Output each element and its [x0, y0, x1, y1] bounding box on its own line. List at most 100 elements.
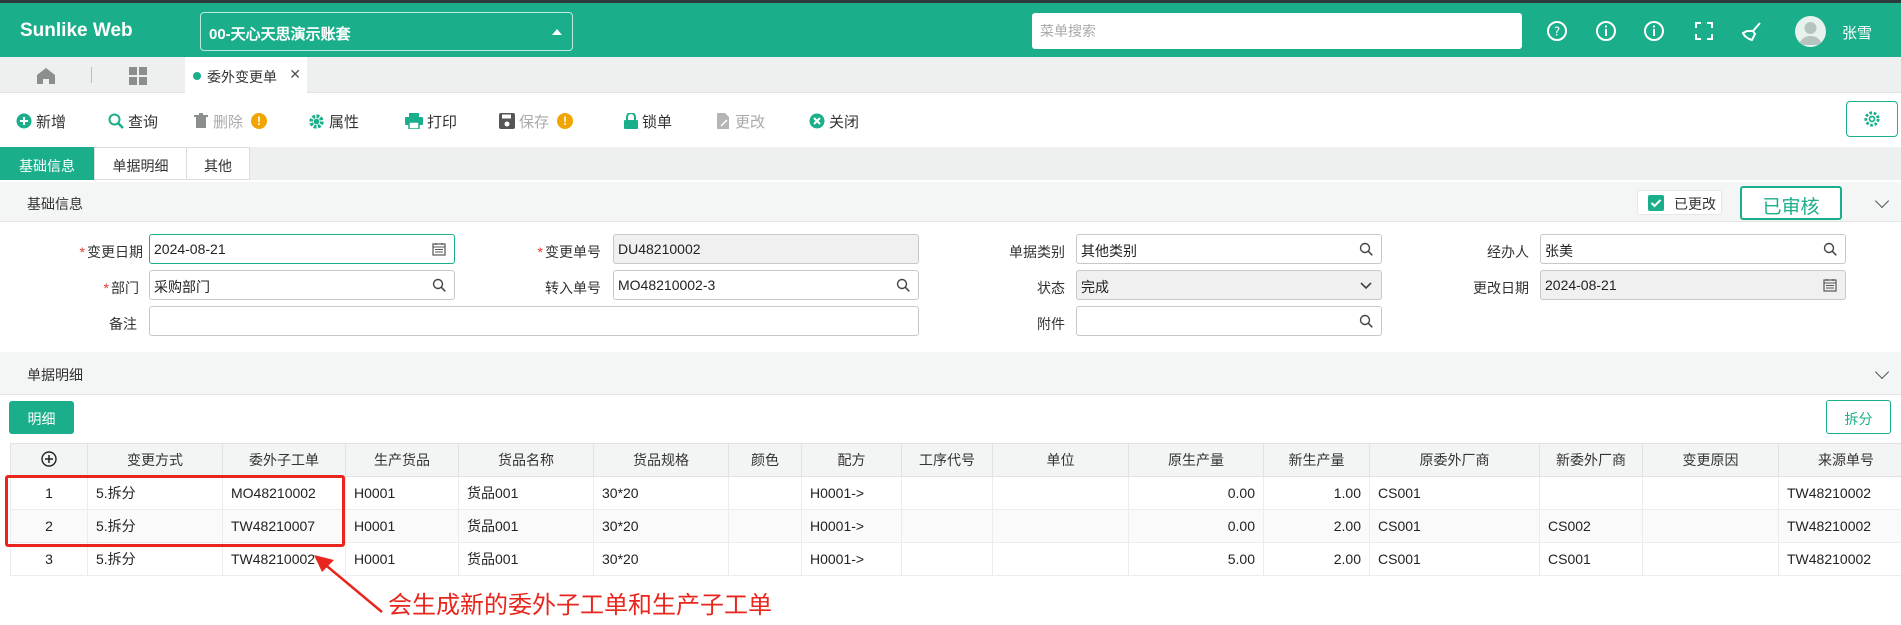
cell-spec[interactable]: 30*20: [593, 476, 729, 510]
column-header[interactable]: 工序代号: [901, 443, 993, 477]
status-select[interactable]: 完成: [1076, 270, 1382, 300]
save-button[interactable]: 保存 !: [499, 110, 574, 132]
lock-button[interactable]: 锁单: [624, 110, 672, 132]
cell-reason[interactable]: [1642, 542, 1779, 576]
cell-new-qty[interactable]: 1.00: [1263, 476, 1370, 510]
cell-source-no[interactable]: TW48210002: [1778, 509, 1901, 543]
cell-source-no[interactable]: TW48210002: [1778, 542, 1901, 576]
avatar[interactable]: [1795, 16, 1826, 47]
cell-product-name[interactable]: 货品001: [458, 542, 594, 576]
cell-old-vendor[interactable]: CS001: [1369, 509, 1540, 543]
cell-product[interactable]: H0001: [345, 509, 459, 543]
close-tab-icon[interactable]: ✕: [289, 66, 301, 83]
cell-reason[interactable]: [1642, 509, 1779, 543]
column-header[interactable]: 货品规格: [593, 443, 729, 477]
cell-color[interactable]: [728, 509, 802, 543]
basic-info-section-header[interactable]: 基础信息 已更改 已审核: [0, 182, 1901, 222]
grid-icon[interactable]: [128, 66, 148, 86]
menu-search-input[interactable]: [1032, 13, 1522, 49]
search-icon[interactable]: [432, 278, 446, 292]
change-date-field[interactable]: 2024-08-21: [149, 234, 455, 264]
cell-color[interactable]: [728, 542, 802, 576]
column-header[interactable]: 来源单号: [1778, 443, 1901, 477]
change-no-field[interactable]: DU48210002: [613, 234, 919, 264]
modify-button[interactable]: 更改: [716, 110, 765, 132]
home-icon[interactable]: [35, 66, 57, 86]
cell-product-name[interactable]: 货品001: [458, 476, 594, 510]
search-icon[interactable]: [896, 278, 910, 292]
calendar-icon[interactable]: [1823, 278, 1837, 292]
split-button[interactable]: 拆分: [1826, 400, 1891, 434]
import-no-field[interactable]: MO48210002-3: [613, 270, 919, 300]
column-header[interactable]: 新委外厂商: [1539, 443, 1643, 477]
cell-change-mode[interactable]: 5.拆分: [87, 542, 223, 576]
handler-field[interactable]: 张美: [1540, 234, 1846, 264]
close-button[interactable]: 关闭: [809, 110, 859, 132]
cell-spec[interactable]: 30*20: [593, 542, 729, 576]
table-row[interactable]: 3 5.拆分 TW48210002 H0001 货品001 30*20 H000…: [10, 542, 1901, 576]
tab-outsource-change[interactable]: 委外变更单 ✕: [185, 57, 307, 93]
about-icon[interactable]: [1643, 20, 1665, 42]
cell-source-no[interactable]: TW48210002: [1778, 476, 1901, 510]
settings-button[interactable]: [1846, 101, 1898, 137]
cell-old-qty[interactable]: 0.00: [1128, 476, 1264, 510]
plus-circle-icon[interactable]: [41, 450, 57, 467]
cell-reason[interactable]: [1642, 476, 1779, 510]
calendar-icon[interactable]: [432, 242, 446, 256]
dept-field[interactable]: 采购部门: [149, 270, 455, 300]
cell-unit[interactable]: [992, 542, 1129, 576]
detail-button[interactable]: 明细: [9, 401, 74, 434]
column-header[interactable]: 变更原因: [1642, 443, 1779, 477]
cell-formula[interactable]: H0001->: [801, 476, 902, 510]
cell-old-vendor[interactable]: CS001: [1369, 542, 1540, 576]
cell-product[interactable]: H0001: [345, 476, 459, 510]
column-header[interactable]: 单位: [992, 443, 1129, 477]
fullscreen-icon[interactable]: [1693, 20, 1715, 42]
chevron-down-icon[interactable]: [1359, 278, 1373, 292]
username[interactable]: 张雪: [1842, 22, 1872, 43]
column-header[interactable]: 配方: [801, 443, 902, 477]
cell-process[interactable]: [901, 542, 993, 576]
cell-formula[interactable]: H0001->: [801, 509, 902, 543]
add-button[interactable]: 新增: [16, 110, 66, 132]
search-icon[interactable]: [1359, 314, 1373, 328]
column-header[interactable]: 原生产量: [1128, 443, 1264, 477]
print-button[interactable]: 打印: [405, 110, 457, 132]
cell-product-name[interactable]: 货品001: [458, 509, 594, 543]
column-header[interactable]: 原委外厂商: [1369, 443, 1540, 477]
cell-formula[interactable]: H0001->: [801, 542, 902, 576]
cell-old-qty[interactable]: 5.00: [1128, 542, 1264, 576]
attachment-field[interactable]: [1076, 306, 1382, 336]
remark-field[interactable]: [149, 306, 919, 336]
doc-type-field[interactable]: 其他类别: [1076, 234, 1382, 264]
cell-process[interactable]: [901, 476, 993, 510]
query-button[interactable]: 查询: [108, 110, 158, 132]
column-header[interactable]: 货品名称: [458, 443, 594, 477]
help-icon[interactable]: ?: [1546, 20, 1568, 42]
cell-new-qty[interactable]: 2.00: [1263, 542, 1370, 576]
column-header[interactable]: 颜色: [728, 443, 802, 477]
cell-old-qty[interactable]: 0.00: [1128, 509, 1264, 543]
chevron-down-icon[interactable]: [1874, 364, 1890, 380]
tab-basic-info[interactable]: 基础信息: [0, 147, 94, 180]
cell-process[interactable]: [901, 509, 993, 543]
cell-new-vendor[interactable]: CS001: [1539, 542, 1643, 576]
cell-spec[interactable]: 30*20: [593, 509, 729, 543]
chevron-down-icon[interactable]: [1874, 193, 1890, 209]
column-header[interactable]: 生产货品: [345, 443, 459, 477]
add-row-header[interactable]: [10, 443, 88, 477]
detail-section-header[interactable]: 单据明细: [0, 352, 1901, 395]
tab-other[interactable]: 其他: [186, 147, 250, 180]
cell-new-qty[interactable]: 2.00: [1263, 509, 1370, 543]
changed-checkbox[interactable]: 已更改: [1637, 190, 1722, 215]
column-header[interactable]: 委外子工单: [222, 443, 346, 477]
cell-old-vendor[interactable]: CS001: [1369, 476, 1540, 510]
column-header[interactable]: 变更方式: [87, 443, 223, 477]
modify-date-field[interactable]: 2024-08-21: [1540, 270, 1846, 300]
search-icon[interactable]: [1823, 242, 1837, 256]
search-icon[interactable]: [1359, 242, 1373, 256]
info-icon[interactable]: [1595, 20, 1617, 42]
broom-icon[interactable]: [1741, 20, 1763, 42]
delete-button[interactable]: 删除 !: [193, 110, 268, 132]
account-select[interactable]: 00-天心天思演示账套: [200, 12, 573, 51]
